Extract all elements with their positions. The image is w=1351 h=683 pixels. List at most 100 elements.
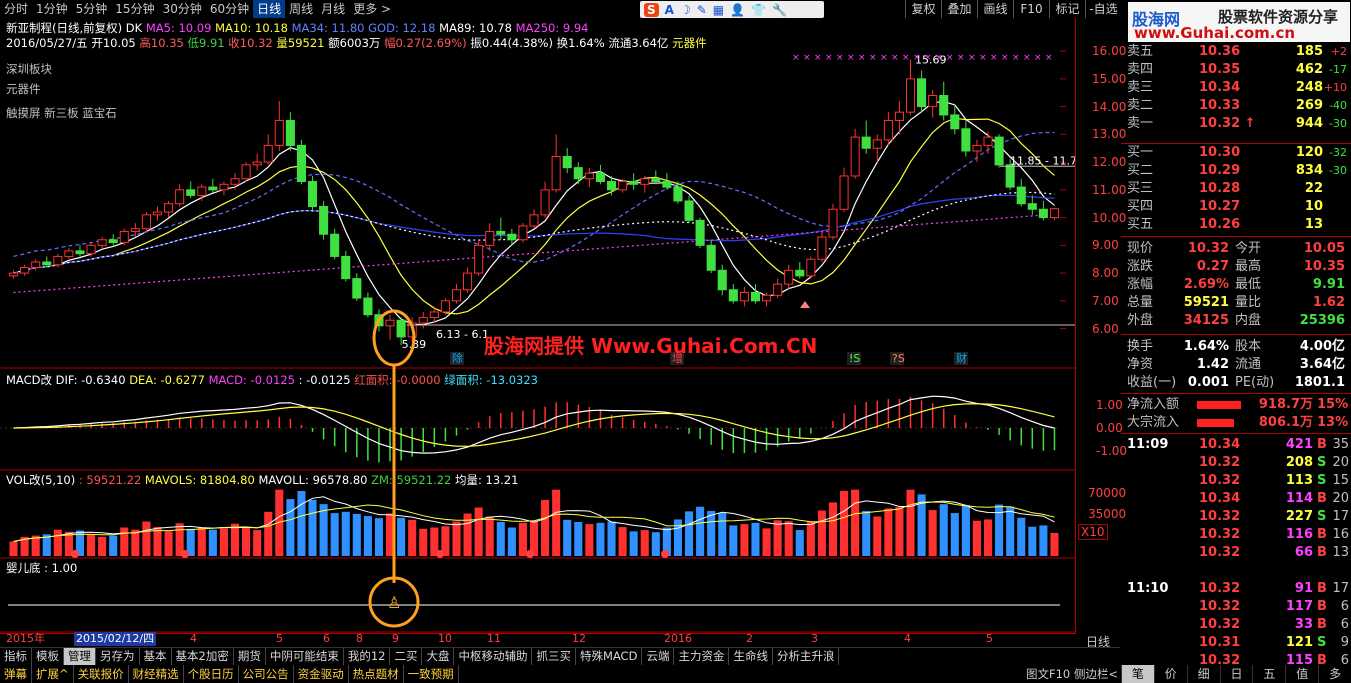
price-axis-label: 12.00: [1092, 155, 1127, 170]
function-tab-2[interactable]: 关联报价: [74, 665, 129, 683]
volume-bar: [1039, 525, 1048, 556]
period-tab-9[interactable]: 更多 >: [349, 0, 395, 18]
tick-volume: 91: [1294, 581, 1313, 596]
period-tab-3[interactable]: 15分钟: [111, 0, 158, 18]
indicator-tab-16[interactable]: 生命线: [729, 648, 773, 665]
candle: [972, 139, 982, 163]
candle: [463, 267, 473, 293]
ask-row-3: 卖二 10.33 269 -40: [1121, 97, 1351, 115]
indicator-tab-1[interactable]: 模板: [32, 648, 64, 665]
chart-menu-item-5[interactable]: -自选: [1085, 0, 1121, 18]
period-tab-1[interactable]: 1分钟: [32, 0, 72, 18]
volume-bar: [983, 519, 993, 556]
indicator-tab-12[interactable]: 抓三买: [532, 648, 576, 665]
indicator-tab-6[interactable]: 期货: [234, 648, 266, 665]
volume-bar: [740, 524, 749, 556]
volume-bar: [574, 522, 583, 556]
kline-chart[interactable]: 15.695.396.13 - 6.111.85 - 11.75××××××××…: [0, 18, 1075, 633]
toolbar-icon-7[interactable]: 🔧: [772, 3, 787, 17]
candle: [263, 134, 273, 165]
function-tab-4[interactable]: 个股日历: [184, 665, 239, 683]
candle: [319, 200, 329, 240]
candle: [839, 167, 849, 213]
period-tab-4[interactable]: 30分钟: [159, 0, 206, 18]
range-annotation-high: 11.85 - 11.75: [1010, 154, 1075, 167]
period-tab-8[interactable]: 月线: [317, 0, 349, 18]
tick-count: 6: [1340, 599, 1349, 614]
indicator-tab-5[interactable]: 基本2加密: [172, 648, 234, 665]
period-tab-7[interactable]: 周线: [285, 0, 317, 18]
volume-bar: [795, 530, 804, 556]
signal-marker: ×: [990, 53, 998, 63]
indicator-tab-10[interactable]: 大盘: [422, 648, 455, 665]
chart-menu-item-1[interactable]: 叠加: [941, 0, 977, 18]
candle: [739, 286, 749, 307]
toolbar-icon-4[interactable]: ▦: [713, 3, 724, 17]
volume-bar: [397, 517, 406, 556]
quote-tab-6[interactable]: 多: [1318, 665, 1351, 683]
function-right-tab-0[interactable]: 图文F10: [1026, 665, 1070, 683]
indicator-tab-11[interactable]: 中枢移动辅助: [454, 648, 533, 665]
quote-tab-0[interactable]: 笔: [1121, 665, 1154, 683]
svg-text:!S: !S: [849, 352, 860, 365]
period-tab-0[interactable]: 分时: [0, 0, 32, 18]
volume-bar: [53, 529, 62, 556]
vol-signal-dot: [436, 550, 444, 558]
indicator-tab-7[interactable]: 中阴可能结束: [266, 648, 344, 665]
bar-low: 低9.91: [187, 36, 225, 50]
function-tab-3[interactable]: 财经精选: [129, 665, 184, 683]
chart-frame[interactable]: 15.695.396.13 - 6.111.85 - 11.75××××××××…: [0, 18, 1076, 634]
chart-menu-item-4[interactable]: 标记: [1049, 0, 1085, 18]
quote-tab-4[interactable]: 五: [1252, 665, 1285, 683]
indicator-tab-4[interactable]: 基本: [140, 648, 172, 665]
volume-bar: [98, 536, 107, 556]
quote-tab-5[interactable]: 值: [1285, 665, 1318, 683]
toolbar-icon-1[interactable]: A: [665, 3, 674, 17]
period-tab-5[interactable]: 60分钟: [206, 0, 253, 18]
indicator-tab-9[interactable]: 二买: [390, 648, 423, 665]
function-right-tab-1[interactable]: 侧边栏<: [1074, 665, 1118, 683]
stat-label: 今开: [1235, 241, 1262, 256]
volume-bar: [153, 527, 162, 556]
indicator-tab-17[interactable]: 分析主升浪: [773, 648, 840, 665]
chart-header-line1: 新亚制程(日线,前复权) DK MA5: 10.09 MA10: 10.18 M…: [6, 21, 588, 35]
volume-bar: [707, 510, 716, 556]
toolbar-icon-3[interactable]: ✎: [697, 3, 707, 17]
chart-menu-item-2[interactable]: 画线: [977, 0, 1013, 18]
toolbar-icon-5[interactable]: 👤: [730, 3, 745, 17]
bar-amplitude: 振0.44(4.38%): [470, 36, 553, 50]
indicator-tab-2[interactable]: 管理: [64, 648, 96, 665]
tick-price: 10.34: [1199, 437, 1241, 452]
candle: [418, 311, 428, 329]
chart-menu-item-0[interactable]: 复权: [905, 0, 941, 18]
signal-marker: ×: [803, 53, 811, 63]
date-axis: 2015年 2015/02/12/四 4 5 6 8 9 10 11 12 2016 2 3 4 5: [0, 632, 1075, 646]
indicator-tab-8[interactable]: 我的12: [344, 648, 391, 665]
quote-tab-2[interactable]: 细: [1186, 665, 1220, 683]
indicator-tab-3[interactable]: 另存为: [96, 648, 140, 665]
indicator-tab-14[interactable]: 云端: [642, 648, 675, 665]
volume-bar: [961, 505, 970, 556]
function-tab-0[interactable]: 弹幕: [0, 665, 32, 683]
indicator-tab-13[interactable]: 特殊MACD: [576, 648, 643, 665]
period-tab-6[interactable]: 日线: [253, 0, 286, 18]
indicator-tab-0[interactable]: 指标: [0, 648, 32, 665]
toolbar-icon-2[interactable]: ☽: [680, 3, 691, 17]
function-tab-8[interactable]: 一致预期: [404, 665, 459, 683]
toolbar-icon-0[interactable]: S: [644, 2, 659, 17]
function-tab-6[interactable]: 资金驱动: [294, 665, 349, 683]
quote-tab-1[interactable]: 价: [1153, 665, 1187, 683]
period-tab-2[interactable]: 5分钟: [72, 0, 112, 18]
candle: [784, 264, 794, 290]
function-tab-7[interactable]: 热点题材: [349, 665, 404, 683]
indicator-tab-15[interactable]: 主力资金: [674, 648, 730, 665]
chart-menu-item-3[interactable]: F10: [1013, 0, 1049, 18]
function-tab-1[interactable]: 扩展^: [32, 665, 74, 683]
volume-bar: [1050, 532, 1059, 556]
stat-label: 总量: [1127, 295, 1154, 310]
tick-side: B: [1317, 545, 1327, 560]
function-tab-5[interactable]: 公司公告: [239, 665, 294, 683]
bid-row-2: 买三 10.28 22: [1121, 180, 1351, 198]
toolbar-icon-6[interactable]: 👕: [751, 3, 766, 17]
quote-tab-3[interactable]: 日: [1219, 665, 1253, 683]
